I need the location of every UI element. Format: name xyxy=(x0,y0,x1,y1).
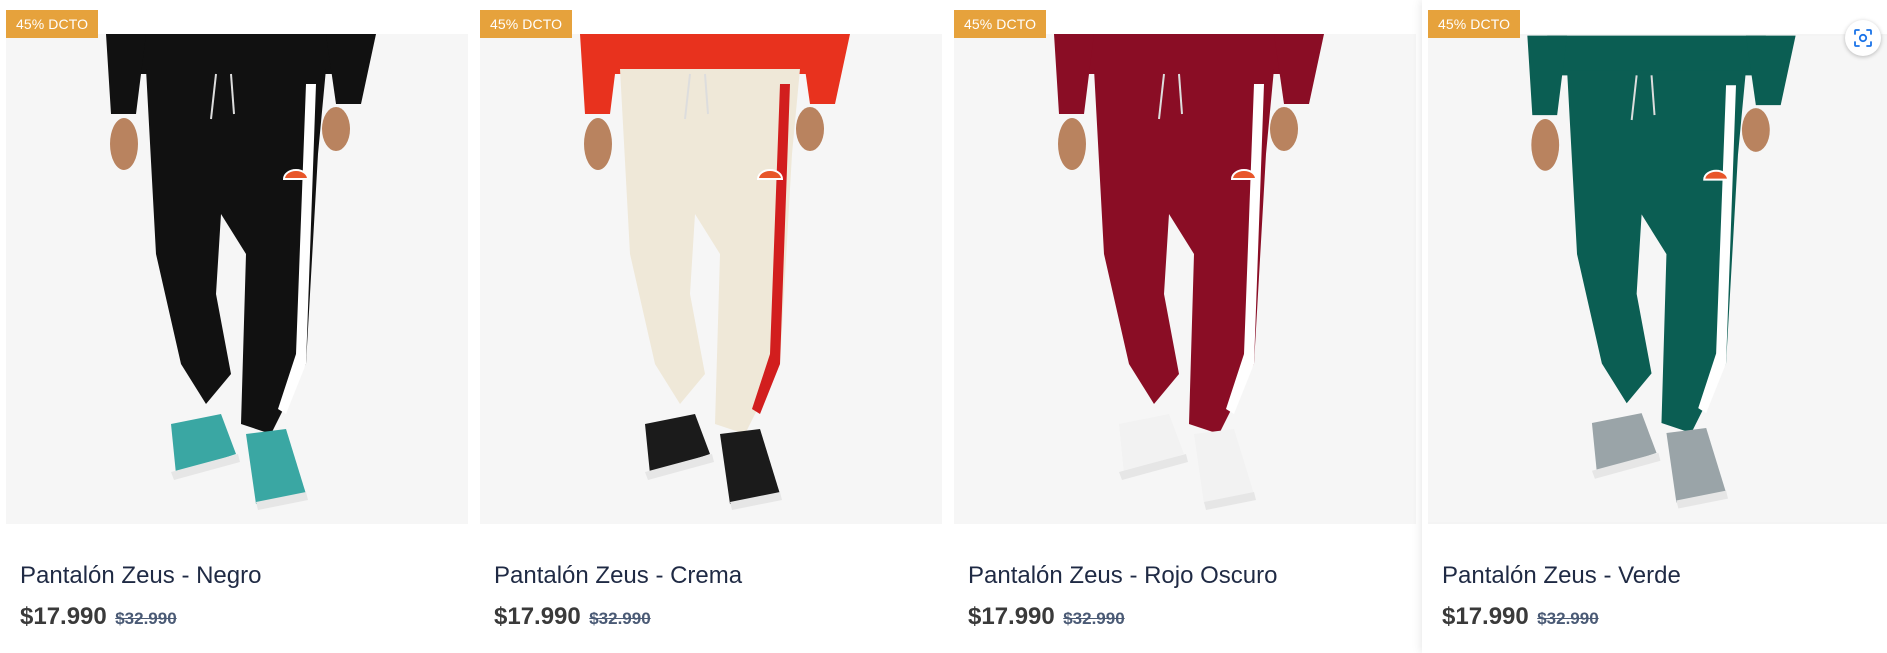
sale-price: $17.990 xyxy=(968,603,1055,630)
product-title[interactable]: Pantalón Zeus - Crema xyxy=(494,562,742,590)
sale-price: $17.990 xyxy=(1442,603,1529,630)
product-title[interactable]: Pantalón Zeus - Negro xyxy=(20,562,261,590)
cream-jogger-pants-photo xyxy=(480,34,942,524)
discount-badge: 45% DCTO xyxy=(954,10,1047,38)
dark-red-jogger-pants-photo xyxy=(954,34,1416,524)
green-jogger-pants-photo xyxy=(1428,35,1887,523)
price-row: $17.990 $32.990 xyxy=(494,603,651,631)
price-row: $17.990 $32.990 xyxy=(1442,603,1599,631)
original-price: $32.990 xyxy=(589,609,651,628)
discount-badge: 45% DCTO xyxy=(480,10,573,38)
visual-search-icon[interactable] xyxy=(1845,20,1881,56)
product-image[interactable] xyxy=(6,34,468,524)
product-card[interactable]: 45% DCTO Pantalón Zeus - Crema $17.990 $… xyxy=(474,0,948,653)
product-grid: 45% DCTO Pantalón Zeus - Negro $17.990 $… xyxy=(0,0,1887,653)
product-image[interactable] xyxy=(954,34,1416,524)
product-image[interactable] xyxy=(480,34,942,524)
price-row: $17.990 $32.990 xyxy=(20,603,177,631)
product-title[interactable]: Pantalón Zeus - Verde xyxy=(1442,562,1681,590)
product-title[interactable]: Pantalón Zeus - Rojo Oscuro xyxy=(968,562,1277,590)
sale-price: $17.990 xyxy=(494,603,581,630)
visual-search-glyph xyxy=(1854,29,1872,47)
product-card[interactable]: 45% DCTO Pantalón Zeus - Verde $17.990 $… xyxy=(1422,0,1887,653)
product-card[interactable]: 45% DCTO Pantalón Zeus - Negro $17.990 $… xyxy=(0,0,474,653)
discount-badge: 45% DCTO xyxy=(1428,10,1521,38)
original-price: $32.990 xyxy=(1063,609,1125,628)
product-card[interactable]: 45% DCTO Pantalón Zeus - Rojo Oscuro $17… xyxy=(948,0,1422,653)
product-image[interactable] xyxy=(1428,34,1887,524)
discount-badge: 45% DCTO xyxy=(6,10,99,38)
price-row: $17.990 $32.990 xyxy=(968,603,1125,631)
black-jogger-pants-photo xyxy=(6,34,468,524)
original-price: $32.990 xyxy=(115,609,177,628)
original-price: $32.990 xyxy=(1537,609,1599,628)
sale-price: $17.990 xyxy=(20,603,107,630)
